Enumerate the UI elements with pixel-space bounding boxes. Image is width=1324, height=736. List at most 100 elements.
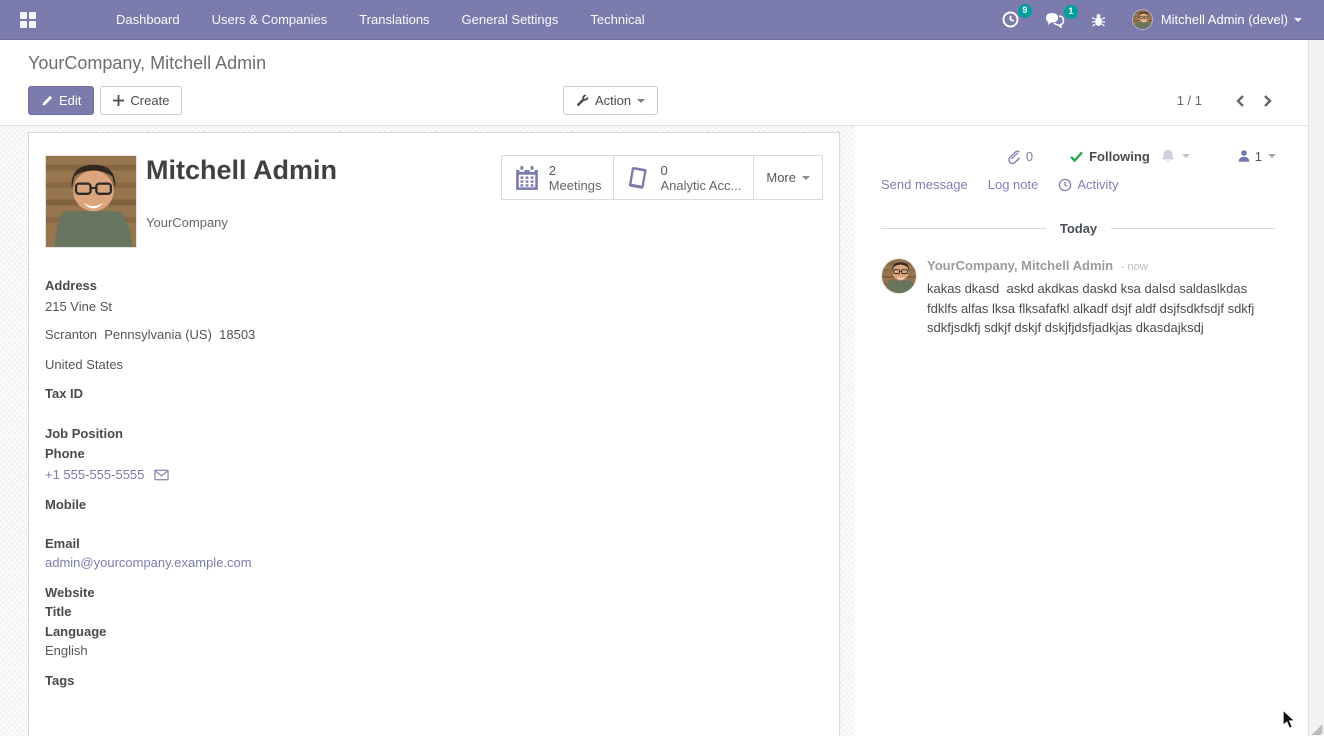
apps-menu-icon[interactable] bbox=[20, 12, 36, 28]
menu-technical[interactable]: Technical bbox=[580, 0, 654, 40]
message-timestamp: - now bbox=[1121, 261, 1148, 273]
date-divider: Today bbox=[881, 221, 1276, 236]
calendar-icon bbox=[514, 165, 540, 191]
following-button[interactable]: Following bbox=[1070, 149, 1150, 164]
message-author-avatar[interactable] bbox=[881, 258, 917, 294]
main-menus: Dashboard Users & Companies Translations… bbox=[106, 0, 667, 40]
edit-button-label: Edit bbox=[59, 93, 81, 108]
user-avatar bbox=[1132, 9, 1153, 30]
phone-link[interactable]: +1 555-555-5555 bbox=[45, 465, 144, 484]
title-label: Title bbox=[45, 602, 465, 621]
paperclip-icon bbox=[1007, 149, 1021, 164]
followers-button[interactable]: 1 bbox=[1237, 149, 1276, 164]
chevron-down-icon bbox=[1294, 18, 1302, 22]
pager-previous-button[interactable] bbox=[1232, 93, 1248, 109]
bell-icon bbox=[1160, 148, 1176, 164]
job-position-label: Job Position bbox=[45, 424, 465, 443]
stat-button-box: 2 Meetings 0 Analytic Acc... More bbox=[502, 155, 823, 200]
chevron-down-icon bbox=[802, 176, 810, 180]
sms-envelope-icon[interactable] bbox=[154, 469, 169, 481]
activity-count-badge: 9 bbox=[1018, 4, 1032, 18]
mobile-label: Mobile bbox=[45, 495, 465, 514]
chatter-message: YourCompany, Mitchell Admin - now kakas … bbox=[881, 258, 1276, 338]
log-note-button[interactable]: Log note bbox=[988, 177, 1039, 192]
chevron-down-icon bbox=[1182, 154, 1190, 158]
person-icon bbox=[1237, 149, 1251, 163]
create-button[interactable]: Create bbox=[100, 86, 182, 115]
bug-icon bbox=[1091, 12, 1106, 28]
wrench-icon bbox=[576, 94, 589, 107]
clock-icon bbox=[1002, 11, 1019, 28]
language-value: English bbox=[45, 641, 465, 660]
attachments-button[interactable]: 0 bbox=[1007, 149, 1033, 164]
activity-label: Activity bbox=[1077, 177, 1118, 192]
analytic-accounts-stat-button[interactable]: 0 Analytic Acc... bbox=[613, 155, 754, 200]
user-name: Mitchell Admin (devel) bbox=[1161, 12, 1288, 27]
schedule-activity-button[interactable]: Activity bbox=[1058, 177, 1118, 192]
address-label: Address bbox=[45, 276, 465, 295]
address-country: United States bbox=[45, 355, 465, 374]
message-count-badge: 1 bbox=[1064, 5, 1078, 19]
user-menu[interactable]: Mitchell Admin (devel) bbox=[1132, 9, 1302, 30]
contact-fields: Address 215 Vine St Scranton Pennsylvani… bbox=[45, 276, 465, 690]
pencil-icon bbox=[41, 95, 53, 107]
odoo-contact-form-page: { "navbar": { "menus": ["Dashboard", "Us… bbox=[0, 0, 1324, 736]
address-street: 215 Vine St bbox=[45, 297, 465, 316]
menu-translations[interactable]: Translations bbox=[349, 0, 439, 40]
control-panel: YourCompany, Mitchell Admin Edit Create … bbox=[0, 40, 1308, 126]
more-dropdown-button[interactable]: More bbox=[753, 155, 823, 200]
messages-systray-button[interactable]: 1 bbox=[1045, 12, 1065, 28]
create-button-label: Create bbox=[130, 93, 169, 108]
message-author[interactable]: YourCompany, Mitchell Admin bbox=[927, 258, 1113, 273]
analytic-label: Analytic Acc... bbox=[660, 178, 741, 193]
chevron-down-icon bbox=[1268, 154, 1276, 158]
systray: 9 1 Mitchell Admin (devel) bbox=[1002, 9, 1324, 30]
tags-label: Tags bbox=[45, 671, 465, 690]
activity-systray-button[interactable]: 9 bbox=[1002, 11, 1019, 28]
pager-next-button[interactable] bbox=[1260, 93, 1276, 109]
tax-id-label: Tax ID bbox=[45, 384, 465, 403]
action-button-label: Action bbox=[595, 93, 631, 108]
analytic-count: 0 bbox=[660, 163, 741, 178]
email-link[interactable]: admin@yourcompany.example.com bbox=[45, 555, 252, 570]
action-dropdown-button[interactable]: Action bbox=[563, 86, 658, 115]
subscription-bell-button[interactable] bbox=[1160, 148, 1190, 164]
language-label: Language bbox=[45, 622, 465, 641]
menu-dashboard[interactable]: Dashboard bbox=[106, 0, 190, 40]
chat-bubbles-icon bbox=[1045, 12, 1065, 28]
scrollbar-track[interactable] bbox=[1308, 40, 1324, 736]
book-icon bbox=[626, 165, 651, 190]
more-label: More bbox=[766, 170, 796, 185]
contact-company-link[interactable]: YourCompany bbox=[146, 215, 228, 230]
check-icon bbox=[1070, 151, 1083, 162]
menu-users-companies[interactable]: Users & Companies bbox=[202, 0, 338, 40]
chatter: 0 Following 1 Send message Log note Acti… bbox=[855, 126, 1292, 736]
chatter-actions: Send message Log note Activity bbox=[881, 177, 1276, 192]
activity-clock-icon bbox=[1058, 178, 1072, 192]
email-label: Email bbox=[45, 534, 465, 553]
attachment-count: 0 bbox=[1026, 149, 1033, 164]
edit-button[interactable]: Edit bbox=[28, 86, 94, 115]
cp-buttons: Edit Create bbox=[28, 86, 182, 115]
contact-photo[interactable] bbox=[45, 155, 137, 248]
form-view-area: Mitchell Admin YourCompany 2 Meetings 0 … bbox=[0, 126, 1308, 736]
contact-form-sheet: Mitchell Admin YourCompany 2 Meetings 0 … bbox=[28, 132, 840, 736]
menu-general-settings[interactable]: General Settings bbox=[452, 0, 569, 40]
meetings-stat-button[interactable]: 2 Meetings bbox=[501, 155, 615, 200]
send-message-button[interactable]: Send message bbox=[881, 177, 968, 192]
website-label: Website bbox=[45, 583, 465, 602]
following-label: Following bbox=[1089, 149, 1150, 164]
phone-label: Phone bbox=[45, 444, 465, 463]
pager-value: 1 / 1 bbox=[1177, 93, 1202, 108]
meetings-count: 2 bbox=[549, 163, 602, 178]
breadcrumb[interactable]: YourCompany, Mitchell Admin bbox=[28, 53, 266, 74]
plus-icon bbox=[113, 95, 124, 106]
contact-name: Mitchell Admin bbox=[146, 155, 337, 186]
resize-grip-icon[interactable] bbox=[1309, 721, 1323, 735]
pager: 1 / 1 bbox=[1177, 86, 1276, 115]
address-city-line: Scranton Pennsylvania (US) 18503 bbox=[45, 325, 465, 344]
date-divider-label: Today bbox=[1060, 221, 1097, 236]
chevron-down-icon bbox=[637, 99, 645, 103]
meetings-label: Meetings bbox=[549, 178, 602, 193]
debug-systray-button[interactable] bbox=[1091, 12, 1106, 28]
